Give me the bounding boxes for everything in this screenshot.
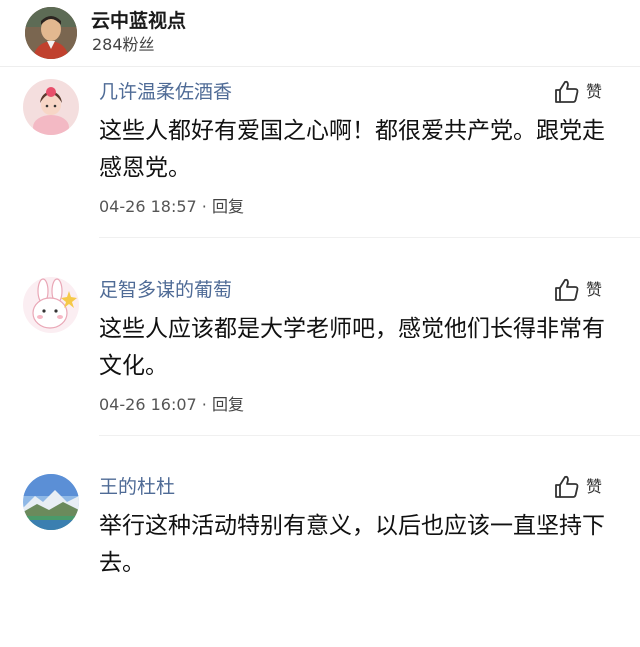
comment-meta: 04-26 16:07 · 回复 bbox=[99, 394, 244, 416]
like-label: 赞 bbox=[586, 280, 603, 299]
thumbs-up-icon bbox=[555, 80, 579, 103]
commenter-username[interactable]: 几许温柔佐酒香 bbox=[99, 79, 232, 105]
comment-text: 这些人都好有爱国之心啊！都很爱共产党。跟党走感恩党。 bbox=[99, 118, 605, 181]
like-label: 赞 bbox=[586, 477, 603, 496]
comment-text: 举行这种活动特别有意义，以后也应该一直坚持下去。 bbox=[99, 513, 605, 576]
author-name[interactable]: 云中蓝视点 bbox=[91, 9, 186, 33]
author-avatar[interactable] bbox=[25, 7, 77, 59]
like-label: 赞 bbox=[586, 82, 603, 101]
divider bbox=[99, 435, 640, 436]
comment-time: 04-26 18:57 bbox=[99, 197, 197, 216]
comment-meta: 04-26 18:57 · 回复 bbox=[99, 196, 244, 218]
comment-text: 这些人应该都是大学老师吧，感觉他们长得非常有文化。 bbox=[99, 316, 605, 379]
commenter-avatar[interactable] bbox=[23, 79, 79, 135]
like-button[interactable]: 赞 bbox=[554, 79, 610, 105]
like-button[interactable]: 赞 bbox=[554, 277, 610, 303]
author-header: 云中蓝视点 284粉丝 bbox=[0, 0, 640, 67]
meta-separator: · bbox=[201, 395, 207, 414]
comment-item: 足智多谋的葡萄 赞 这些人应该都是大学老师吧，感觉他们长得非常有文化。 04-2… bbox=[0, 264, 640, 450]
like-button[interactable]: 赞 bbox=[554, 474, 610, 500]
commenter-username[interactable]: 王的杜杜 bbox=[99, 474, 175, 500]
thumbs-up-icon bbox=[555, 278, 579, 301]
comment-time: 04-26 16:07 bbox=[99, 395, 197, 414]
reply-button[interactable]: 回复 bbox=[212, 197, 244, 216]
meta-separator: · bbox=[201, 197, 207, 216]
commenter-username[interactable]: 足智多谋的葡萄 bbox=[99, 277, 232, 303]
comment-item: 几许温柔佐酒香 赞 这些人都好有爱国之心啊！都很爱共产党。跟党走感恩党。 04-… bbox=[0, 66, 640, 252]
commenter-avatar[interactable] bbox=[23, 277, 79, 333]
divider bbox=[99, 237, 640, 238]
comment-item: 王的杜杜 赞 举行这种活动特别有意义，以后也应该一直坚持下去。 bbox=[0, 461, 640, 647]
thumbs-up-icon bbox=[555, 475, 579, 498]
fans-count: 284粉丝 bbox=[92, 35, 155, 54]
person-photo-icon bbox=[25, 7, 77, 59]
girl-avatar-icon bbox=[23, 79, 79, 135]
reply-button[interactable]: 回复 bbox=[212, 395, 244, 414]
bunny-avatar-icon bbox=[23, 277, 79, 333]
landscape-avatar-icon bbox=[23, 474, 79, 530]
commenter-avatar[interactable] bbox=[23, 474, 79, 530]
